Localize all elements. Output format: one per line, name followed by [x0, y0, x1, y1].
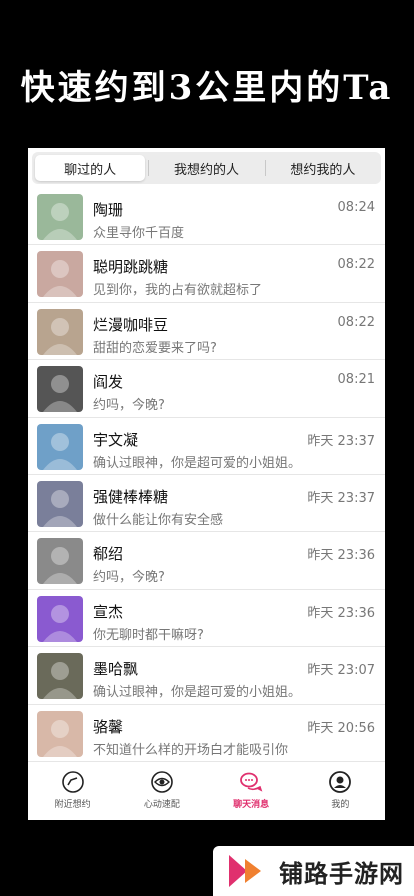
last-message: 你无聊时都干嘛呀? [93, 627, 204, 643]
chat-bubbles-icon [240, 772, 263, 792]
tabbar-label: 我的 [331, 800, 350, 810]
avatar-photo-icon [37, 480, 83, 527]
last-message: 做什么能让你有安全感 [93, 512, 224, 528]
conversation-row[interactable]: 强健棒棒糖做什么能让你有安全感 昨天 23:37 [28, 475, 385, 533]
conversation-row[interactable]: 陶珊众里寻你千百度 08:24 [28, 188, 385, 246]
last-message: 甜甜的恋爱要来了吗? [93, 340, 217, 356]
message-time: 昨天 23:07 [307, 663, 375, 679]
avatar-photo-icon [37, 194, 83, 240]
avatar[interactable] [37, 595, 83, 642]
avatar[interactable] [37, 366, 83, 413]
profile-icon [329, 771, 352, 793]
promo-headline: 快速约到3公里内的Ta [20, 68, 394, 108]
contact-name: 陶珊 [93, 201, 124, 219]
avatar-photo-icon [37, 308, 83, 355]
avatar-photo-icon [37, 653, 83, 700]
message-time: 08:22 [337, 314, 375, 330]
app-screen: 聊过的人 我想约的人 想约我的人 陶珊众里寻你千百度 08:24 聪明跳跳糖见到你，… [28, 148, 385, 820]
conversation-row[interactable]: 烂漫咖啡豆甜甜的恋爱要来了吗? 08:22 [28, 303, 385, 361]
conversation-row[interactable]: 墨哈飘确认过眼神，你是超可爱的小姐姐。 昨天 23:07 [28, 647, 385, 705]
last-message: 约吗，今晚? [93, 570, 165, 586]
avatar[interactable] [37, 308, 83, 355]
conversation-row[interactable]: 聪明跳跳糖见到你，我的占有欲就超标了 08:22 [28, 245, 385, 303]
avatar[interactable] [37, 423, 83, 470]
tabbar-item-chat[interactable]: 聊天消息 [207, 762, 296, 820]
site-watermark: 铺路手游网 [213, 846, 414, 896]
contact-name: 骆馨 [93, 717, 124, 736]
eye-icon [151, 771, 173, 793]
last-message: 不知道什么样的开场白才能吸引你 [93, 742, 289, 758]
contact-name: 宣杰 [93, 602, 124, 621]
avatar-photo-icon [37, 423, 83, 470]
play-logo-icon [229, 855, 261, 887]
conversation-list: 陶珊 众里寻你千百度 08:24 聪明跳跳糖 见到你，我的占有欲就超标了 08:22 烂漫咖… [28, 188, 385, 762]
tabbar-label: 附近想约 [54, 800, 91, 810]
avatar-photo-icon [37, 595, 83, 642]
tabbar-label: 聊天消息 [233, 800, 270, 810]
avatar[interactable] [37, 480, 83, 527]
last-message: 确认过眼神，你是超可爱的小姐姐。 [93, 685, 302, 701]
contact-name: 聪明跳跳糖 [93, 258, 169, 277]
avatar[interactable] [37, 251, 83, 298]
avatar-photo-icon [37, 710, 83, 757]
tabbar-item-match[interactable]: 心动速配 [117, 762, 206, 820]
avatar[interactable] [37, 194, 83, 240]
tabbar-item-nearby[interactable]: 附近想约 [28, 762, 117, 820]
contact-name: 墨哈飘 [93, 660, 139, 679]
contact-name: 强健棒棒糖 [93, 487, 169, 506]
message-time: 昨天 23:37 [307, 433, 375, 449]
compass-icon [61, 771, 84, 793]
message-time: 昨天 23:36 [307, 605, 375, 621]
avatar-photo-icon [37, 366, 83, 413]
last-message: 众里寻你千百度 [93, 226, 185, 241]
contact-name: 郗绍 [93, 545, 124, 564]
message-time: 08:22 [337, 257, 375, 273]
avatar-photo-icon [37, 251, 83, 298]
conversation-row[interactable]: 宣杰你无聊时都干嘛呀? 昨天 23:36 [28, 590, 385, 648]
tab-want-to-date[interactable]: 我想约的人 [148, 155, 261, 181]
tabbar-label: 心动速配 [143, 800, 180, 810]
last-message: 见到你，我的占有欲就超标了 [93, 283, 263, 299]
watermark-text: 铺路手游网 [279, 859, 404, 888]
last-message: 约吗，今晚? [93, 398, 165, 414]
tabbar-item-profile[interactable]: 我的 [296, 762, 385, 820]
avatar[interactable] [37, 538, 83, 585]
message-time: 08:21 [337, 372, 375, 388]
conversation-row[interactable]: 阎发约吗，今晚? 08:21 [28, 360, 385, 418]
tab-chatted[interactable]: 聊过的人 [35, 155, 146, 181]
bottom-tab-bar: 附近想约 心动速配 聊天消息 我的 [28, 761, 385, 820]
conversation-row[interactable]: 郗绍约吗，今晚? 昨天 23:36 [28, 532, 385, 590]
avatar[interactable] [37, 710, 83, 757]
conversation-row[interactable]: 骆馨不知道什么样的开场白才能吸引你 昨天 20:56 [28, 705, 385, 762]
avatar-photo-icon [37, 538, 83, 585]
contact-name: 阎发 [93, 373, 124, 392]
avatar[interactable] [37, 653, 83, 700]
message-time: 昨天 20:56 [307, 720, 375, 736]
message-time: 昨天 23:36 [307, 548, 375, 564]
contact-name: 宇文凝 [93, 430, 139, 449]
contact-name: 烂漫咖啡豆 [93, 315, 169, 334]
tab-wants-me[interactable]: 想约我的人 [264, 155, 378, 181]
last-message: 确认过眼神，你是超可爱的小姐姐。 [93, 455, 302, 471]
conversation-row[interactable]: 宇文凝确认过眼神，你是超可爱的小姐姐。 昨天 23:37 [28, 418, 385, 475]
message-time: 昨天 23:37 [307, 490, 375, 506]
message-time: 08:24 [337, 200, 375, 215]
segmented-tabs: 聊过的人 我想约的人 想约我的人 [32, 152, 381, 184]
